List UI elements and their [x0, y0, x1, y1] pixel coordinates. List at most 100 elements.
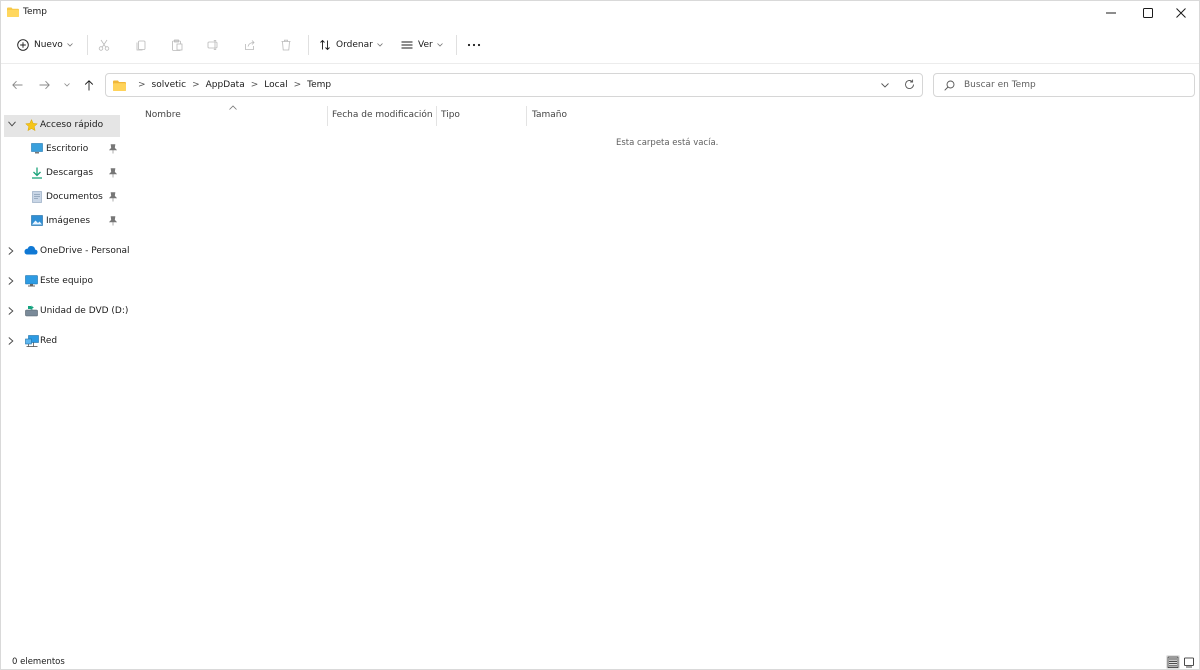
- chevron-right-icon: [8, 307, 14, 315]
- trash-icon: [281, 39, 291, 51]
- sort-arrows-icon: [320, 39, 330, 51]
- dvd-drive-icon: [25, 305, 38, 317]
- breadcrumb-item[interactable]: solvetic: [152, 80, 187, 90]
- plus-circle-icon: [17, 39, 29, 51]
- chevron-down-icon: [8, 121, 16, 127]
- copy-button[interactable]: [135, 35, 147, 55]
- computer-icon: [25, 275, 38, 287]
- star-icon: [25, 119, 38, 132]
- sidebar-item-label: Descargas: [46, 168, 94, 178]
- chevron-right-icon: [8, 277, 14, 285]
- paste-icon: [172, 39, 183, 51]
- chevron-right-icon: [8, 337, 14, 345]
- toolbar-separator: [456, 35, 457, 55]
- delete-button[interactable]: [280, 35, 292, 55]
- details-view-icon: [1167, 656, 1179, 668]
- breadcrumb-item[interactable]: Local: [264, 80, 287, 90]
- maximize-button[interactable]: [1130, 1, 1166, 25]
- refresh-icon: [905, 79, 914, 89]
- breadcrumb: > solvetic > AppData > Local > Temp: [132, 80, 331, 90]
- search-input[interactable]: Buscar en Temp: [933, 73, 1195, 97]
- minimize-button[interactable]: [1093, 1, 1129, 25]
- sidebar-item-label: Imágenes: [46, 216, 91, 226]
- chevron-right-icon: [8, 247, 14, 255]
- download-icon: [32, 167, 42, 179]
- command-bar: Nuevo Ordenar Ver: [1, 27, 1199, 63]
- chevron-down-icon: [881, 83, 889, 88]
- chevron-down-icon: [377, 43, 383, 47]
- sidebar-item-label: Documentos: [46, 192, 103, 202]
- sort-ascending-icon: [229, 105, 237, 110]
- rename-button[interactable]: [207, 35, 219, 55]
- sidebar-item-pictures[interactable]: Imágenes: [4, 211, 120, 233]
- column-separator[interactable]: [327, 106, 328, 126]
- large-icons-view-button[interactable]: [1182, 655, 1196, 669]
- view-button[interactable]: Ver: [401, 35, 443, 55]
- picture-icon: [31, 215, 43, 226]
- title-bar[interactable]: Temp: [1, 1, 1199, 25]
- rename-icon: [207, 40, 218, 50]
- breadcrumb-separator: >: [250, 80, 259, 90]
- new-label: Nuevo: [34, 40, 63, 50]
- sidebar-item-network[interactable]: Red: [4, 331, 120, 353]
- chevron-down-icon: [67, 43, 73, 47]
- toolbar-separator: [87, 35, 88, 55]
- paste-button[interactable]: [171, 35, 183, 55]
- up-button[interactable]: [81, 77, 97, 93]
- maximize-icon: [1143, 8, 1153, 18]
- sidebar-item-documents[interactable]: Documentos: [4, 187, 120, 209]
- column-separator[interactable]: [436, 106, 437, 126]
- view-lines-icon: [401, 41, 413, 49]
- new-button[interactable]: Nuevo: [17, 35, 73, 55]
- view-label: Ver: [418, 40, 433, 50]
- sidebar-item-label: Este equipo: [40, 276, 93, 286]
- pin-icon: [109, 192, 117, 202]
- sidebar-item-quick-access[interactable]: Acceso rápido: [4, 115, 120, 137]
- column-header-type[interactable]: Tipo: [441, 110, 460, 120]
- pin-icon: [109, 168, 117, 178]
- recent-locations-button[interactable]: [59, 77, 75, 93]
- column-header-size[interactable]: Tamaño: [532, 110, 567, 120]
- address-dropdown-button[interactable]: [881, 81, 889, 91]
- address-bar[interactable]: > solvetic > AppData > Local > Temp: [105, 73, 923, 97]
- breadcrumb-item[interactable]: AppData: [206, 80, 245, 90]
- sidebar-item-dvd-drive[interactable]: Unidad de DVD (D:): [4, 301, 128, 323]
- breadcrumb-separator: >: [293, 80, 302, 90]
- forward-button[interactable]: [36, 77, 52, 93]
- scissors-icon: [98, 39, 110, 51]
- sidebar-item-desktop[interactable]: Escritorio: [4, 139, 120, 161]
- navigation-pane: Acceso rápido Escritorio Descargas Docum…: [1, 111, 130, 651]
- sort-button[interactable]: Ordenar: [319, 35, 383, 55]
- refresh-button[interactable]: [904, 79, 915, 93]
- file-explorer-window: Temp Nuevo Ordenar Ver > solvetic > AppD…: [0, 0, 1200, 670]
- chevron-down-icon: [436, 43, 443, 47]
- sidebar-item-this-pc[interactable]: Este equipo: [4, 271, 120, 293]
- sidebar-item-onedrive[interactable]: OneDrive - Personal: [4, 241, 130, 263]
- chevron-down-icon: [64, 83, 70, 87]
- sidebar-item-downloads[interactable]: Descargas: [4, 163, 120, 185]
- cut-button[interactable]: [98, 35, 110, 55]
- more-dots-icon: [467, 43, 481, 47]
- arrow-left-icon: [11, 80, 22, 90]
- details-view-button[interactable]: [1166, 655, 1180, 669]
- breadcrumb-separator: >: [138, 80, 146, 90]
- sidebar-item-label: Red: [40, 336, 58, 346]
- breadcrumb-separator: >: [192, 80, 200, 90]
- arrow-right-icon: [39, 80, 50, 90]
- close-button[interactable]: [1163, 1, 1199, 25]
- share-button[interactable]: [244, 35, 256, 55]
- sort-label: Ordenar: [336, 40, 373, 50]
- network-icon: [25, 335, 39, 347]
- minimize-icon: [1106, 12, 1116, 14]
- document-icon: [32, 191, 42, 203]
- arrow-up-icon: [84, 79, 94, 90]
- desktop-icon: [31, 143, 43, 154]
- breadcrumb-item[interactable]: Temp: [307, 80, 331, 90]
- folder-icon: [113, 80, 126, 94]
- column-header-modified[interactable]: Fecha de modificación: [332, 110, 433, 120]
- pin-icon: [109, 216, 117, 226]
- column-header-name[interactable]: Nombre: [145, 110, 181, 120]
- more-options-button[interactable]: [467, 35, 481, 55]
- column-separator[interactable]: [526, 106, 527, 126]
- back-button[interactable]: [9, 77, 25, 93]
